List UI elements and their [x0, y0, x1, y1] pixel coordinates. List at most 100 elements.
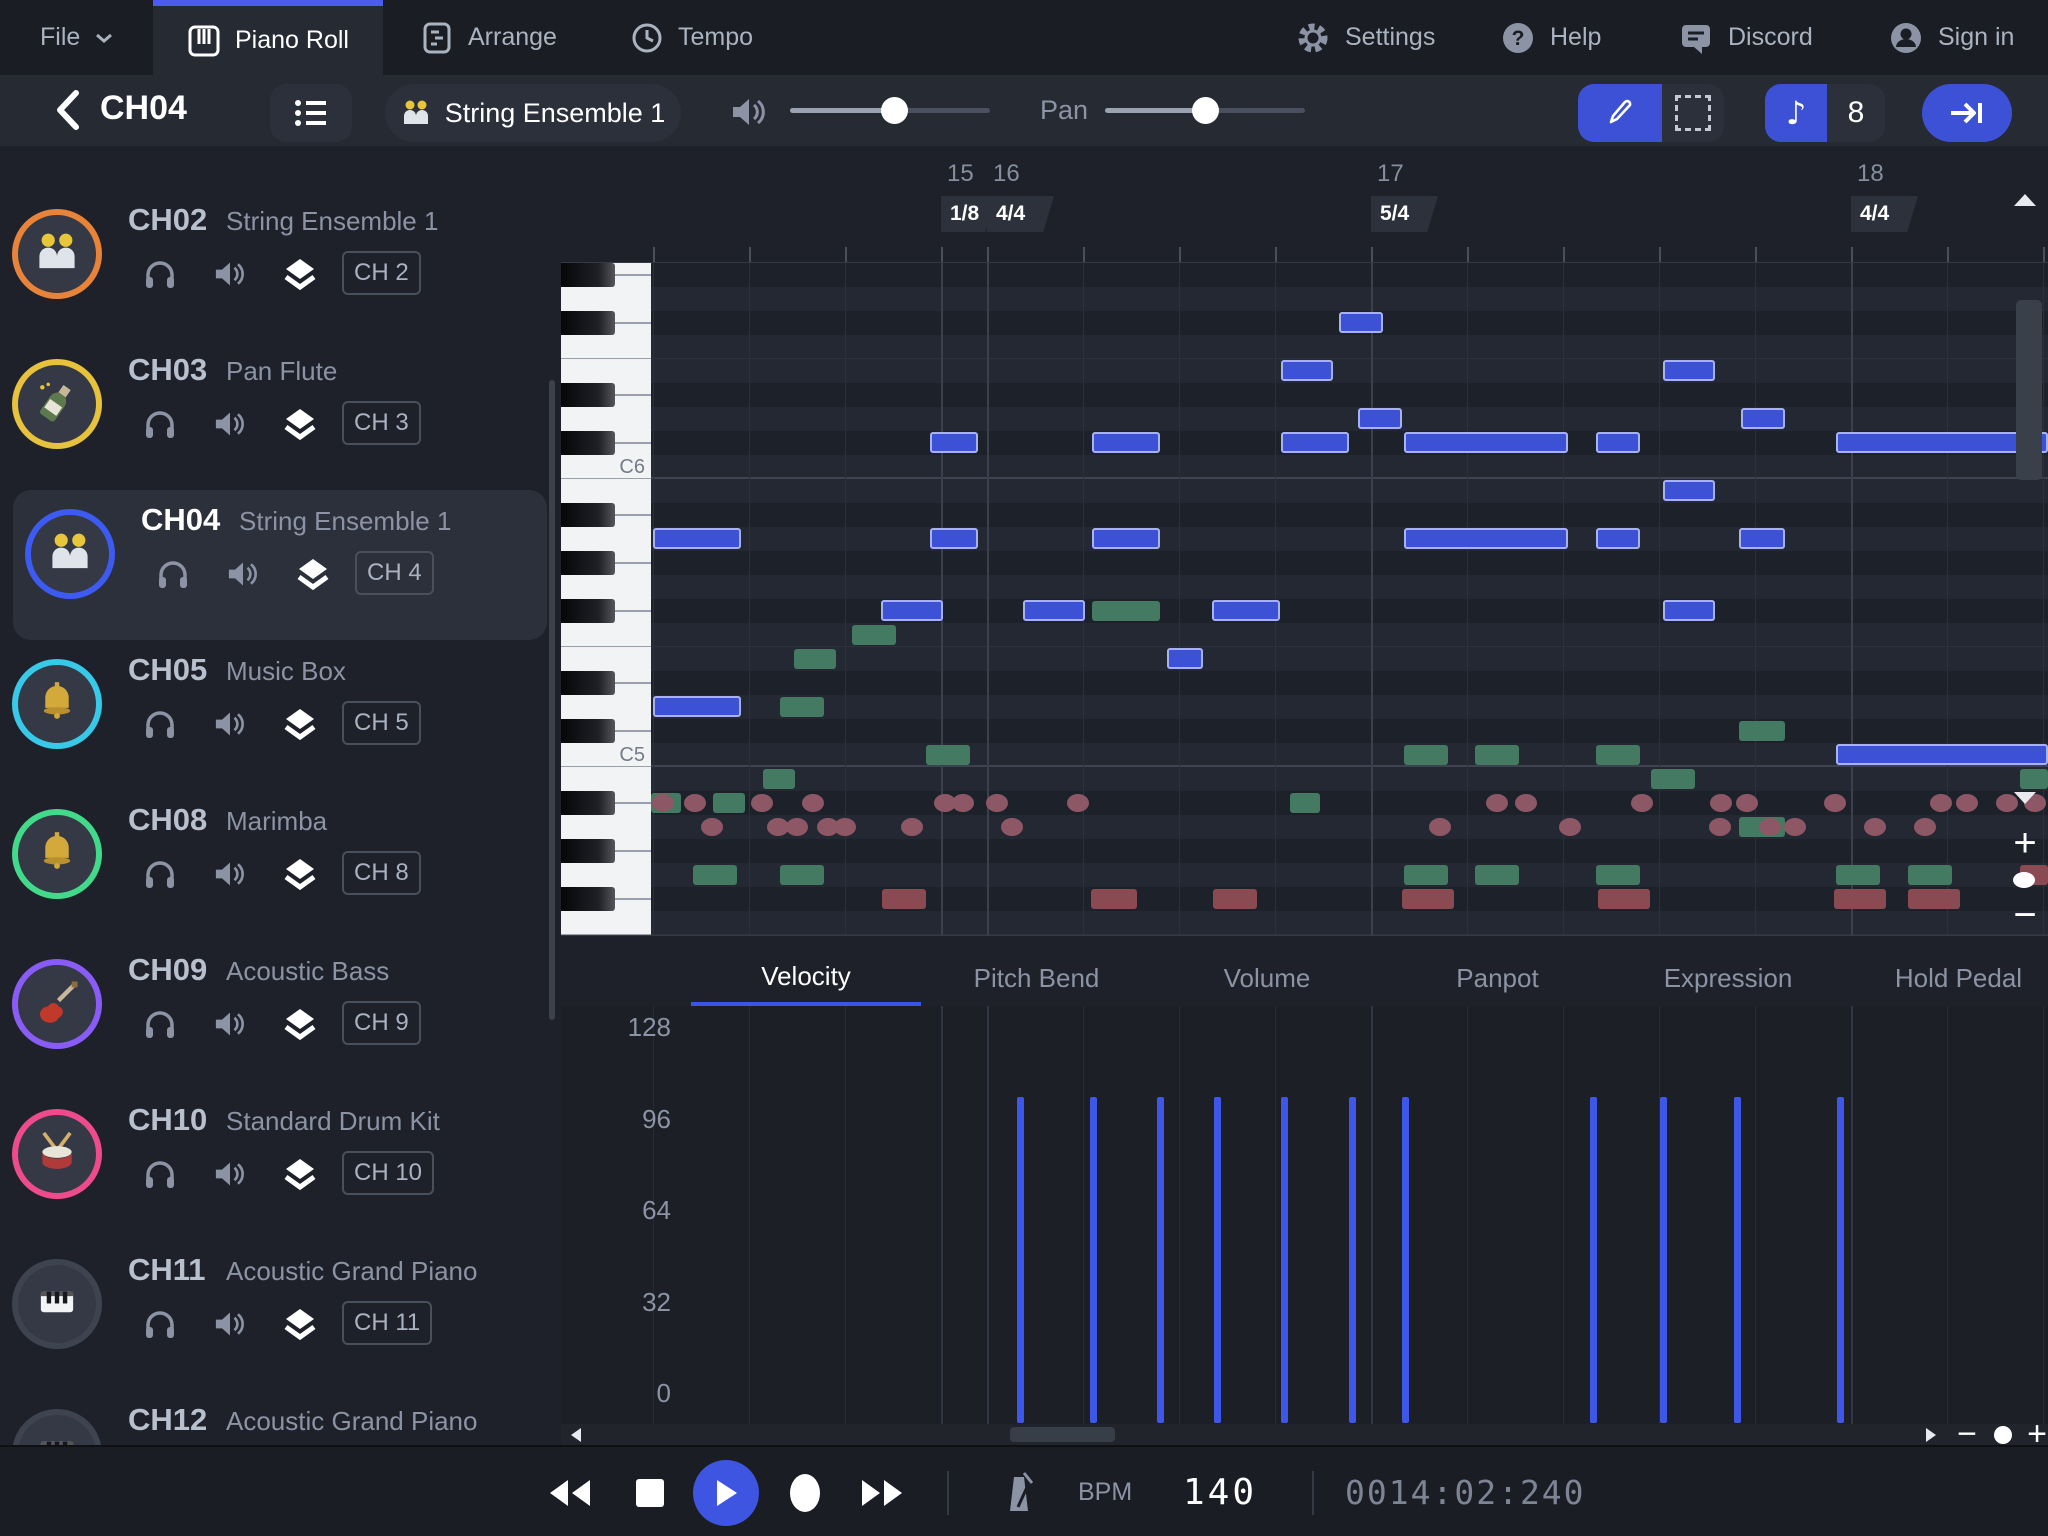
- drum-note-dot[interactable]: [1001, 818, 1023, 836]
- note-blue[interactable]: [1596, 528, 1640, 549]
- note-green[interactable]: [780, 865, 824, 885]
- drum-note-dot[interactable]: [901, 818, 923, 836]
- record-button[interactable]: [775, 1447, 835, 1536]
- mute-speaker-button[interactable]: [208, 702, 252, 746]
- layers-button[interactable]: [278, 1152, 322, 1196]
- note-green[interactable]: [713, 793, 745, 813]
- channel-id[interactable]: CH04: [141, 502, 220, 538]
- note-blue[interactable]: [653, 696, 741, 717]
- channel-id[interactable]: CH03: [128, 352, 207, 388]
- note-red[interactable]: [1834, 889, 1886, 909]
- drum-note-dot[interactable]: [684, 794, 706, 812]
- layers-button[interactable]: [278, 702, 322, 746]
- horizontal-scroll-thumb[interactable]: [1010, 1427, 1115, 1442]
- channel-row-ch05[interactable]: CH05Music BoxCH 5: [0, 640, 559, 790]
- black-key[interactable]: [561, 263, 615, 287]
- controller-tab-velocity[interactable]: Velocity: [691, 951, 921, 1006]
- black-key[interactable]: [561, 791, 615, 815]
- black-key[interactable]: [561, 887, 615, 911]
- velocity-bar[interactable]: [1157, 1097, 1164, 1423]
- drum-note-dot[interactable]: [834, 818, 856, 836]
- note-blue[interactable]: [1741, 408, 1785, 429]
- layers-button[interactable]: [278, 1302, 322, 1346]
- velocity-bar[interactable]: [1349, 1097, 1356, 1423]
- mute-speaker-button[interactable]: [208, 402, 252, 446]
- settings-button[interactable]: Settings: [1295, 0, 1435, 75]
- discord-button[interactable]: Discord: [1678, 0, 1813, 75]
- drum-note-dot[interactable]: [652, 794, 674, 812]
- channel-row-ch10[interactable]: CH10Standard Drum KitCH 10: [0, 1090, 559, 1240]
- note-blue[interactable]: [1404, 432, 1568, 453]
- mute-speaker-button[interactable]: [208, 1002, 252, 1046]
- sidebar-scrollbar[interactable]: [549, 380, 555, 1020]
- velocity-bar[interactable]: [1660, 1097, 1667, 1423]
- velocity-bar[interactable]: [1090, 1097, 1097, 1423]
- note-red[interactable]: [1213, 889, 1257, 909]
- drum-note-dot[interactable]: [952, 794, 974, 812]
- note-red[interactable]: [882, 889, 926, 909]
- note-green[interactable]: [1475, 865, 1519, 885]
- note-red[interactable]: [1091, 889, 1137, 909]
- black-key[interactable]: [561, 839, 615, 863]
- note-blue[interactable]: [1092, 432, 1160, 453]
- note-blue[interactable]: [1663, 360, 1715, 381]
- note-green[interactable]: [763, 769, 795, 789]
- scroll-right-button[interactable]: [1918, 1424, 1944, 1445]
- time-position[interactable]: 0014:02:240: [1345, 1447, 1586, 1536]
- solo-headphones-button[interactable]: [138, 1152, 182, 1196]
- velocity-plot[interactable]: [561, 1006, 2048, 1424]
- layers-button[interactable]: [278, 252, 322, 296]
- drum-note-dot[interactable]: [1736, 794, 1758, 812]
- note-length-button[interactable]: ♪: [1765, 84, 1827, 142]
- scroll-up-button[interactable]: [2012, 192, 2038, 208]
- note-blue[interactable]: [1167, 648, 1203, 669]
- drum-note-dot[interactable]: [1486, 794, 1508, 812]
- volume-slider-thumb[interactable]: [881, 97, 908, 124]
- solo-headphones-button[interactable]: [138, 852, 182, 896]
- black-key[interactable]: [561, 503, 615, 527]
- black-key[interactable]: [561, 383, 615, 407]
- channel-id[interactable]: CH08: [128, 802, 207, 838]
- note-green[interactable]: [1290, 793, 1320, 813]
- sign-in-button[interactable]: Sign in: [1888, 0, 2014, 75]
- channel-avatar[interactable]: [12, 809, 102, 899]
- channel-row-ch08[interactable]: CH08MarimbaCH 8: [0, 790, 559, 940]
- note-blue[interactable]: [930, 528, 978, 549]
- note-red[interactable]: [1598, 889, 1650, 909]
- solo-headphones-button[interactable]: [138, 1002, 182, 1046]
- channel-row-ch04[interactable]: CH04String Ensemble 1CH 4: [13, 490, 547, 640]
- help-button[interactable]: ? Help: [1500, 0, 1601, 75]
- zoom-out-button[interactable]: −: [2008, 898, 2042, 932]
- tab-arrange[interactable]: Arrange: [420, 0, 557, 75]
- channel-avatar[interactable]: [12, 1109, 102, 1199]
- velocity-bar[interactable]: [1837, 1097, 1844, 1423]
- drum-note-dot[interactable]: [1559, 818, 1581, 836]
- solo-headphones-button[interactable]: [138, 252, 182, 296]
- rewind-button[interactable]: [540, 1447, 600, 1536]
- drum-note-dot[interactable]: [802, 794, 824, 812]
- drum-note-dot[interactable]: [1914, 818, 1936, 836]
- note-blue[interactable]: [1404, 528, 1568, 549]
- time-signature-badge[interactable]: 5/4: [1371, 196, 1438, 232]
- note-green[interactable]: [1092, 601, 1160, 621]
- drum-note-dot[interactable]: [786, 818, 808, 836]
- file-menu[interactable]: File: [40, 0, 114, 75]
- metronome-button[interactable]: [990, 1447, 1046, 1536]
- go-to-end-button[interactable]: [1922, 84, 2012, 142]
- instrument-selector[interactable]: String Ensemble 1: [385, 84, 681, 142]
- measure-ruler[interactable]: 151/8164/4175/4184/4: [561, 146, 2048, 263]
- drum-note-dot[interactable]: [1824, 794, 1846, 812]
- note-blue[interactable]: [1339, 312, 1383, 333]
- volume-slider[interactable]: [790, 108, 990, 113]
- solo-headphones-button[interactable]: [138, 1302, 182, 1346]
- track-list-button[interactable]: [270, 84, 352, 142]
- selection-tool-button[interactable]: [1662, 84, 1724, 142]
- note-green[interactable]: [1739, 721, 1785, 741]
- solo-headphones-button[interactable]: [138, 702, 182, 746]
- controller-tab-hold-pedal[interactable]: Hold Pedal: [1844, 951, 2048, 1006]
- controller-tab-panpot[interactable]: Panpot: [1383, 951, 1613, 1006]
- time-signature-badge[interactable]: 1/8: [941, 196, 994, 232]
- note-blue[interactable]: [930, 432, 978, 453]
- layers-button[interactable]: [291, 552, 335, 596]
- note-division-value[interactable]: 8: [1827, 84, 1885, 142]
